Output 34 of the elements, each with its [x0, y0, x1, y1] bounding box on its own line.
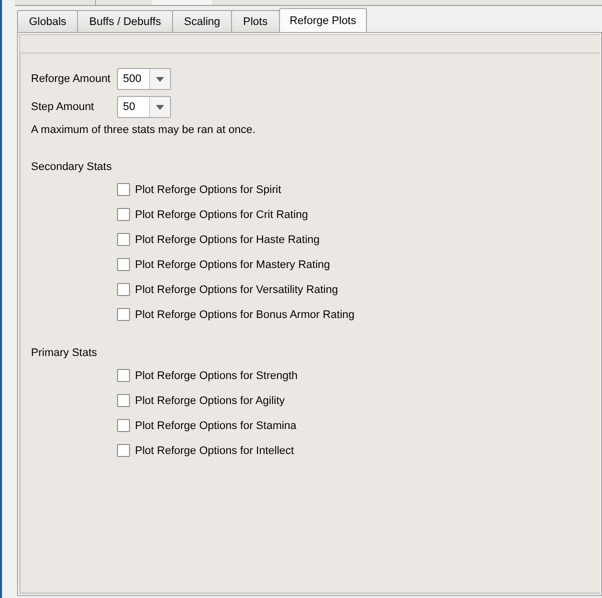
option-label[interactable]: Plot Reforge Options for Bonus Armor Rating: [135, 308, 354, 320]
tab[interactable]: Globals: [17, 10, 78, 32]
checkbox[interactable]: [117, 394, 130, 407]
option-label[interactable]: Plot Reforge Options for Agility: [135, 394, 285, 406]
checkbox[interactable]: [117, 444, 130, 457]
checkbox[interactable]: [117, 208, 130, 221]
option-label[interactable]: Plot Reforge Options for Stamina: [135, 420, 296, 432]
checkbox[interactable]: [117, 283, 130, 296]
value-dropdown[interactable]: 50: [117, 96, 171, 118]
caret-icon: [156, 104, 164, 110]
tab[interactable]: Plots: [231, 10, 280, 32]
tab[interactable]: Buffs / Debuffs: [77, 10, 174, 32]
checkbox[interactable]: [117, 183, 130, 196]
caret-icon: [156, 76, 164, 82]
tab[interactable]: Scaling: [172, 10, 232, 32]
option-label[interactable]: Plot Reforge Options for Mastery Rating: [135, 258, 330, 270]
checkbox[interactable]: [117, 419, 130, 432]
tab[interactable]: Reforge Plots: [278, 8, 368, 32]
value-dropdown[interactable]: 500: [117, 68, 171, 90]
group-title: Primary Stats: [31, 347, 98, 359]
checkbox[interactable]: [117, 233, 130, 246]
option-label[interactable]: Plot Reforge Options for Crit Rating: [135, 208, 308, 220]
checkbox[interactable]: [117, 369, 130, 382]
option-label[interactable]: Plot Reforge Options for Spirit: [135, 184, 282, 196]
setting-label: Reforge Amount: [31, 73, 112, 85]
checkbox[interactable]: [117, 258, 130, 271]
option-label[interactable]: Plot Reforge Options for Haste Rating: [135, 234, 320, 246]
option-label[interactable]: Plot Reforge Options for Versatility Rating: [135, 284, 338, 296]
option-label[interactable]: Plot Reforge Options for Intellect: [135, 444, 294, 456]
info-text: A maximum of three stats may be ran at once.: [31, 124, 256, 136]
group-title: Secondary Stats: [31, 161, 113, 173]
setting-label: Step Amount: [31, 101, 95, 113]
option-label[interactable]: Plot Reforge Options for Strength: [135, 370, 298, 382]
checkbox[interactable]: [117, 308, 130, 321]
